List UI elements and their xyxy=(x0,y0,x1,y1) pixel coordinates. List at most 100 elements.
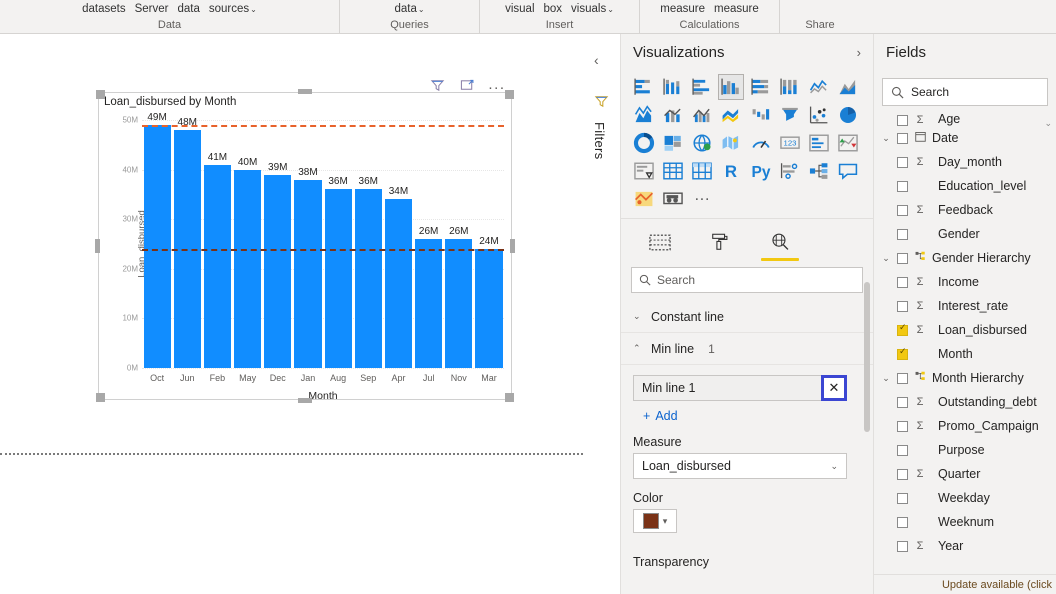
field-row-year[interactable]: ⌄ΣYear xyxy=(874,534,1056,558)
gauge-icon[interactable] xyxy=(748,130,774,156)
line-clustered-column-chart-icon[interactable] xyxy=(689,102,715,128)
bar[interactable] xyxy=(294,180,321,368)
field-checkbox[interactable] xyxy=(897,277,908,288)
field-row-month-hierarchy[interactable]: ⌄Month Hierarchy xyxy=(874,366,1056,390)
min-line-card[interactable]: Min line 1 ✕ xyxy=(633,375,847,401)
bar[interactable] xyxy=(144,125,171,368)
smart-narrative-icon[interactable] xyxy=(631,186,657,212)
bar[interactable] xyxy=(475,249,502,368)
field-checkbox[interactable] xyxy=(897,115,908,126)
chevron-down-icon[interactable]: ⌄ xyxy=(607,5,614,14)
field-row-day_month[interactable]: ⌄ΣDay_month xyxy=(874,150,1056,174)
measure-dropdown[interactable]: Loan_disbursed ⌄ xyxy=(633,453,847,479)
bar[interactable] xyxy=(204,165,231,368)
scatter-chart-icon[interactable] xyxy=(806,102,832,128)
area-chart-icon[interactable] xyxy=(835,74,861,100)
field-row-promo_campaign[interactable]: ⌄ΣPromo_Campaign xyxy=(874,414,1056,438)
ribbon-item-box[interactable]: box xyxy=(544,4,563,15)
matrix-icon[interactable] xyxy=(689,158,715,184)
resize-handle-left[interactable] xyxy=(95,239,100,253)
fields-scroll-up-icon[interactable]: ⌄ xyxy=(1044,118,1052,129)
filled-map-icon[interactable] xyxy=(718,130,744,156)
field-row-purpose[interactable]: ⌄Purpose xyxy=(874,438,1056,462)
field-row-loan_disbursed[interactable]: ⌄ΣLoan_disbursed xyxy=(874,318,1056,342)
card-icon[interactable]: 123 xyxy=(777,130,803,156)
donut-chart-icon[interactable] xyxy=(631,130,657,156)
100-stacked-bar-chart-icon[interactable] xyxy=(748,74,774,100)
chevron-down-icon[interactable]: ⌄ xyxy=(418,5,425,14)
python-visual-icon[interactable]: Py xyxy=(748,158,774,184)
100-stacked-column-chart-icon[interactable] xyxy=(777,74,803,100)
visualizations-scrollbar[interactable] xyxy=(864,282,870,432)
pie-chart-icon[interactable] xyxy=(835,102,861,128)
field-checkbox[interactable] xyxy=(897,397,908,408)
bar[interactable] xyxy=(325,189,352,368)
line-chart-icon[interactable] xyxy=(806,74,832,100)
field-checkbox[interactable] xyxy=(897,445,908,456)
field-checkbox[interactable] xyxy=(897,157,908,168)
ribbon-item-data[interactable]: data⌄ xyxy=(394,4,424,15)
chevron-down-icon[interactable]: ⌄ xyxy=(880,373,892,384)
section-constant-line[interactable]: ⌄ Constant line xyxy=(621,301,873,333)
field-row-weeknum[interactable]: ⌄Weeknum xyxy=(874,510,1056,534)
color-picker-button[interactable]: ▾ xyxy=(633,509,677,533)
more-visuals-icon[interactable]: ··· xyxy=(689,186,715,212)
ribbon-item-datasets[interactable]: datasets xyxy=(82,4,125,15)
treemap-icon[interactable] xyxy=(660,130,686,156)
field-row-month[interactable]: ⌄Month xyxy=(874,342,1056,366)
bar[interactable] xyxy=(234,170,261,368)
funnel-icon[interactable] xyxy=(594,94,609,112)
ribbon-item-measure[interactable]: measure xyxy=(660,4,705,15)
chevron-down-icon[interactable]: ⌄ xyxy=(880,253,892,264)
field-checkbox[interactable] xyxy=(897,421,908,432)
visualization-type-grid[interactable]: 123 RPy ··· xyxy=(621,70,873,214)
field-checkbox[interactable] xyxy=(897,205,908,216)
ribbon-item-measure[interactable]: measure xyxy=(714,4,759,15)
ribbon-item-server[interactable]: Server xyxy=(135,4,169,15)
field-row-education_level[interactable]: ⌄Education_level xyxy=(874,174,1056,198)
format-tab[interactable] xyxy=(703,227,737,257)
field-row-gender[interactable]: ⌄Gender xyxy=(874,222,1056,246)
chevron-left-icon[interactable]: ‹ xyxy=(594,52,599,68)
table-icon[interactable] xyxy=(660,158,686,184)
stacked-area-chart-icon[interactable] xyxy=(631,102,657,128)
field-row-income[interactable]: ⌄ΣIncome xyxy=(874,270,1056,294)
field-checkbox[interactable] xyxy=(897,349,908,360)
field-checkbox[interactable] xyxy=(897,373,908,384)
field-checkbox[interactable] xyxy=(897,517,908,528)
waterfall-chart-icon[interactable] xyxy=(748,102,774,128)
delete-min-line-button[interactable]: ✕ xyxy=(821,375,847,401)
field-row-gender-hierarchy[interactable]: ⌄Gender Hierarchy xyxy=(874,246,1056,270)
section-min-line[interactable]: ⌃ Min line 1 xyxy=(621,333,873,365)
chevron-right-icon[interactable]: › xyxy=(857,45,861,60)
resize-handle-top[interactable] xyxy=(298,89,312,94)
field-checkbox[interactable] xyxy=(897,133,908,144)
field-checkbox[interactable] xyxy=(897,325,908,336)
field-checkbox[interactable] xyxy=(897,229,908,240)
field-checkbox[interactable] xyxy=(897,253,908,264)
field-row-quarter[interactable]: ⌄ΣQuarter xyxy=(874,462,1056,486)
bar[interactable] xyxy=(385,199,412,368)
field-checkbox[interactable] xyxy=(897,469,908,480)
ribbon-item-data[interactable]: data xyxy=(177,4,199,15)
field-checkbox[interactable] xyxy=(897,301,908,312)
update-available-link[interactable]: Update available (click xyxy=(942,579,1052,591)
decomposition-tree-icon[interactable] xyxy=(806,158,832,184)
paginated-report-icon[interactable] xyxy=(660,186,686,212)
field-row-interest_rate[interactable]: ⌄ΣInterest_rate xyxy=(874,294,1056,318)
field-checkbox[interactable] xyxy=(897,541,908,552)
slicer-icon[interactable] xyxy=(631,158,657,184)
bar[interactable] xyxy=(445,239,472,368)
ribbon-item-sources[interactable]: sources⌄ xyxy=(209,4,257,15)
fields-tab[interactable] xyxy=(643,227,677,257)
field-row-date[interactable]: ⌄Date xyxy=(874,126,1056,150)
field-checkbox[interactable] xyxy=(897,493,908,504)
chart-visual[interactable]: Loan_disbursed by Month Loan_disbursed M… xyxy=(98,92,512,400)
resize-handle-top-left[interactable] xyxy=(96,90,105,99)
field-row-feedback[interactable]: ⌄ΣFeedback xyxy=(874,198,1056,222)
filters-pane-collapsed[interactable]: ‹ Filters xyxy=(583,34,621,594)
stacked-bar-chart-icon[interactable] xyxy=(631,74,657,100)
clustered-column-chart-icon[interactable] xyxy=(718,74,744,100)
r-script-visual-icon[interactable]: R xyxy=(718,158,744,184)
key-influencers-icon[interactable] xyxy=(777,158,803,184)
